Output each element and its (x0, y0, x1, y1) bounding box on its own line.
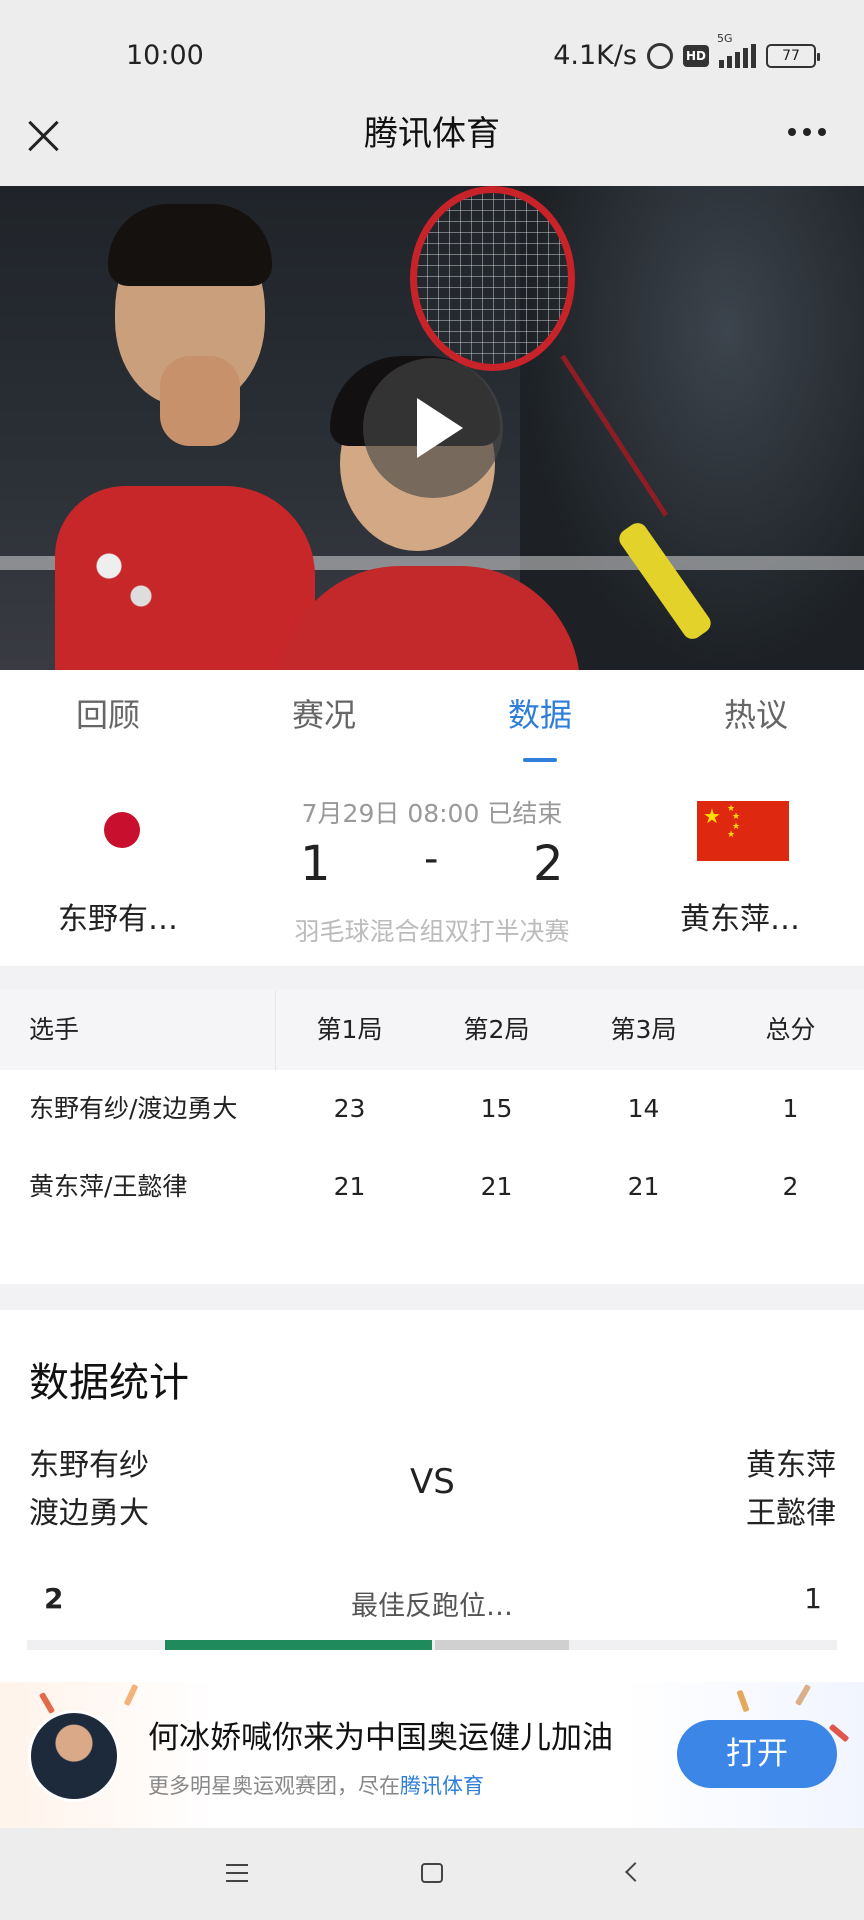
status-time: 10:00 (126, 40, 204, 71)
avatar (28, 1710, 120, 1802)
score-left: 1 (300, 836, 331, 892)
column-header: 选手 (0, 990, 276, 1070)
player-name: 东野有纱 (29, 1448, 149, 1483)
title-bar: 腾讯体育 (0, 112, 864, 186)
table-cell: 黄东萍/王懿律 (29, 1172, 188, 1201)
table-cell: 2 (782, 1172, 799, 1201)
table-header: 选手 第1局 第2局 第3局 总分 (0, 990, 864, 1070)
video-player[interactable] (0, 186, 864, 670)
player-name: 黄东萍 (746, 1448, 836, 1483)
home-icon[interactable] (421, 1863, 443, 1883)
team-right-name[interactable]: 黄东萍… (680, 894, 800, 938)
table-cell: 14 (627, 1094, 660, 1123)
china-flag-icon: ★ ★ ★ ★ ★ (697, 801, 789, 861)
stats-section: 数据统计 东野有纱 渡边勇大 VS 黄东萍 王懿律 2 最佳反跑位… 1 (0, 1310, 864, 1682)
tab-live[interactable]: 赛况 (216, 670, 432, 764)
network-type: 5G (717, 31, 733, 45)
hd-icon: HD (683, 44, 709, 67)
vs-label: VS (410, 1462, 455, 1502)
tab-bar: 回顾 赛况 数据 热议 (0, 670, 864, 764)
signal-icon: 5G (717, 32, 756, 68)
racket-image (410, 186, 575, 371)
match-header: 东野有… 7月29日 08:00 已结束 1 - 2 羽毛球混合组双打半决赛 ★… (0, 764, 864, 966)
stat-comparison-bar (27, 1640, 837, 1650)
banner-subtitle: 更多明星奥运观赛团，尽在腾讯体育 (148, 1774, 484, 1798)
score-table: 选手 第1局 第2局 第3局 总分 东野有纱/渡边勇大 23 15 14 1 黄… (0, 990, 864, 1284)
promo-banner[interactable]: 何冰娇喊你来为中国奥运健儿加油 更多明星奥运观赛团，尽在腾讯体育 打开 (0, 1682, 864, 1828)
banner-title: 何冰娇喊你来为中国奥运健儿加油 (148, 1720, 613, 1756)
tab-review[interactable]: 回顾 (0, 670, 216, 764)
tab-data[interactable]: 数据 (432, 670, 648, 764)
system-nav-bar (0, 1828, 864, 1920)
open-app-button[interactable]: 打开 (677, 1720, 837, 1788)
score-separator: - (424, 836, 439, 882)
alarm-icon (647, 42, 673, 69)
score-right: 2 (533, 836, 564, 892)
stat-label: 最佳反跑位… (351, 1591, 513, 1622)
network-speed: 4.1K/s (553, 40, 637, 71)
column-header: 第2局 (463, 1015, 530, 1044)
stat-value-right: 1 (804, 1582, 822, 1615)
stat-bar-left (164, 1640, 432, 1650)
table-cell: 21 (333, 1172, 366, 1201)
table-row: 东野有纱/渡边勇大 23 15 14 1 (0, 1070, 864, 1148)
play-icon[interactable] (363, 358, 503, 498)
tab-comments[interactable]: 热议 (648, 670, 864, 764)
table-cell: 21 (627, 1172, 660, 1201)
table-cell: 23 (333, 1094, 366, 1123)
page-title: 腾讯体育 (364, 114, 500, 154)
table-cell: 1 (782, 1094, 799, 1123)
banner-link[interactable]: 腾讯体育 (400, 1774, 484, 1798)
table-cell: 15 (480, 1094, 513, 1123)
table-cell: 21 (480, 1172, 513, 1201)
column-header: 第1局 (316, 1015, 383, 1044)
player-name: 王懿律 (746, 1496, 836, 1531)
player-name: 渡边勇大 (29, 1496, 149, 1531)
table-cell: 东野有纱/渡边勇大 (29, 1094, 238, 1123)
menu-icon[interactable] (226, 1864, 248, 1882)
more-icon[interactable] (788, 128, 826, 136)
back-icon[interactable] (625, 1862, 645, 1882)
battery-icon: 77 (766, 43, 820, 68)
table-row: 黄东萍/王懿律 21 21 21 2 (0, 1148, 864, 1226)
section-title: 数据统计 (29, 1360, 189, 1406)
column-header: 总分 (765, 1015, 816, 1044)
player-figure (55, 486, 315, 670)
stat-bar-right (435, 1640, 569, 1650)
status-bar: 10:00 4.1K/s HD 5G 77 (0, 0, 864, 112)
column-header: 第3局 (610, 1015, 677, 1044)
stats-left-players: 东野有纱 渡边勇大 (29, 1442, 149, 1538)
status-icons: 4.1K/s HD 5G 77 (553, 32, 820, 71)
stats-right-players: 黄东萍 王懿律 (746, 1442, 836, 1538)
